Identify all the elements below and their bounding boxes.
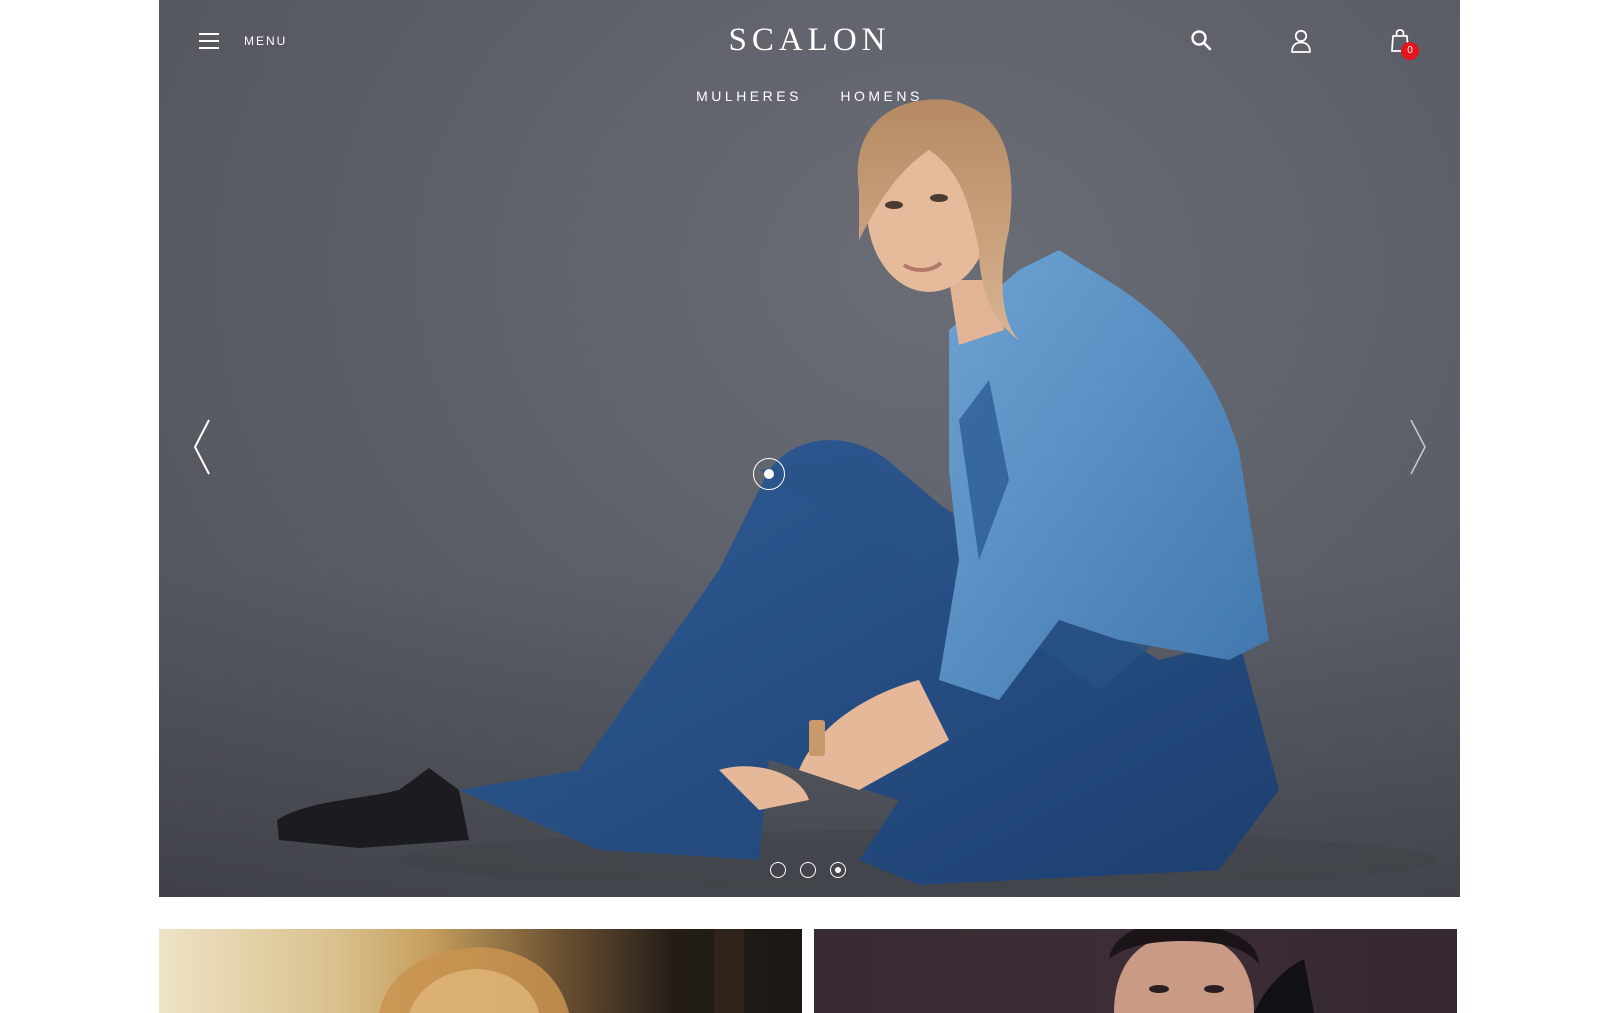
carousel-dot-2[interactable]	[800, 862, 816, 878]
cart-button[interactable]: 0	[1389, 28, 1419, 60]
hero-banner[interactable]: MENU SCALON 0 MULHERES HOMENS	[159, 0, 1460, 897]
site-logo[interactable]: SCALON	[159, 22, 1460, 59]
carousel-dot-1[interactable]	[770, 862, 786, 878]
product-hotspot[interactable]	[753, 458, 785, 490]
cart-count-badge: 0	[1401, 42, 1419, 60]
hero-model-image	[277, 99, 1439, 890]
account-button[interactable]	[1289, 28, 1313, 59]
search-button[interactable]	[1189, 28, 1213, 57]
nav-item-homens[interactable]: HOMENS	[840, 88, 922, 104]
nav-item-mulheres[interactable]: MULHERES	[696, 88, 802, 104]
chevron-left-icon	[193, 419, 210, 475]
main-nav: MULHERES HOMENS	[159, 88, 1460, 106]
women-tile-image	[379, 929, 744, 1013]
carousel-prev-button[interactable]	[191, 418, 213, 481]
user-icon	[1291, 29, 1311, 53]
women-category-tile[interactable]	[159, 929, 802, 1013]
carousel-next-button[interactable]	[1407, 418, 1429, 481]
carousel-dot-3[interactable]	[830, 862, 846, 878]
men-tile-image	[1109, 929, 1314, 1013]
chevron-right-icon	[1410, 419, 1426, 475]
search-icon	[1191, 30, 1212, 51]
men-category-tile[interactable]	[814, 929, 1457, 1013]
carousel-pagination	[770, 862, 846, 878]
